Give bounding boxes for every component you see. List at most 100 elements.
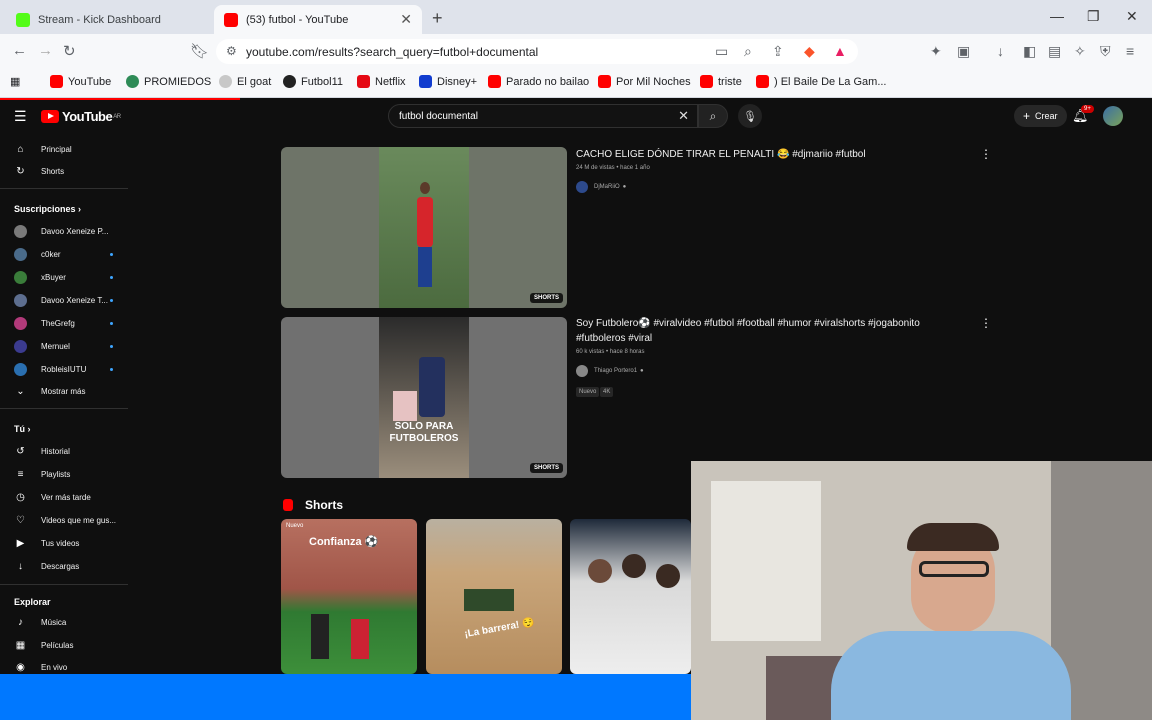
wall-poster (711, 481, 821, 641)
downloads-icon[interactable]: ↓ (997, 43, 1004, 59)
zoom-icon[interactable]: ⌕ (744, 43, 752, 60)
reload-icon[interactable]: ↻ (63, 42, 76, 60)
sidebar-divider (0, 408, 128, 409)
more-options-icon[interactable]: ⋮ (980, 316, 992, 330)
create-button[interactable]: + Crear (1014, 105, 1067, 127)
extensions-icon[interactable]: ✦ (930, 43, 942, 60)
back-icon[interactable]: ← (12, 42, 27, 59)
clear-search-icon[interactable]: ✕ (678, 108, 689, 124)
home-icon: ⌂ (17, 143, 24, 155)
apps-icon[interactable]: ▦ (10, 75, 20, 88)
browser-toolbar: ← → ↻ 🔖︎ ⚙ youtube.com/results?search_qu… (0, 34, 1152, 68)
sidebar-item-liked-videos[interactable]: ♡ Videos que me gus... (0, 509, 128, 531)
sidebar-item-channel[interactable]: Davoo Xeneize P... (0, 220, 128, 242)
browser-tab-kick[interactable]: Stream - Kick Dashboard (6, 5, 210, 34)
browser-tab-strip: Stream - Kick Dashboard (53) futbol - Yo… (0, 0, 1152, 34)
new-tab-button[interactable]: + (432, 8, 443, 29)
short-thumbnail[interactable] (570, 519, 691, 674)
close-window-icon[interactable]: ✕ (1126, 8, 1138, 25)
voice-search-button[interactable]: 🎙︎ (738, 104, 762, 128)
bookmark-youtube[interactable]: YouTube (50, 75, 111, 88)
youtube-play-icon (41, 110, 59, 123)
sidebar-item-shorts[interactable]: ↻ Shorts (0, 160, 128, 182)
menu-icon[interactable]: ≡ (1126, 43, 1134, 59)
bookmark-parado-no-bailao[interactable]: Parado no bailao (488, 75, 589, 88)
youtube-favicon-icon (224, 12, 238, 27)
site-info-icon[interactable]: ⚙ (226, 44, 237, 58)
rewards-icon[interactable]: ▲ (833, 43, 847, 59)
vpn-icon[interactable]: ⛨ (1100, 43, 1111, 60)
youtube-icon (50, 75, 63, 88)
bookmark-disney[interactable]: Disney+ (419, 75, 477, 88)
video-channel[interactable]: Thiago Portero1 ● (576, 365, 644, 377)
brave-shields-icon[interactable]: ◆ (804, 43, 815, 60)
box-image (393, 391, 417, 421)
promiedos-icon (126, 75, 139, 88)
chevron-right-icon: › (78, 204, 82, 214)
video-title[interactable]: CACHO ELIGE DÓNDE TIRAR EL PENALTI 😂 #dj… (576, 147, 956, 162)
sidebar-toggle-icon[interactable]: ◧ (1023, 43, 1036, 60)
bookmark-netflix[interactable]: Netflix (357, 75, 406, 88)
video-thumbnail[interactable]: SHORTS (281, 147, 567, 308)
sidebar-item-channel[interactable]: Mernuel (0, 335, 128, 357)
minimize-icon[interactable]: — (1050, 8, 1064, 24)
sidebar-item-playlists[interactable]: ≡ Playlists (0, 463, 128, 485)
channel-avatar (14, 247, 27, 261)
tab-title: Stream - Kick Dashboard (38, 13, 161, 26)
more-options-icon[interactable]: ⋮ (980, 147, 992, 161)
player-head (420, 182, 430, 194)
sidebar-item-historial[interactable]: ↺ Historial (0, 440, 128, 462)
hamburger-menu-icon[interactable]: ☰ (14, 108, 27, 125)
sidebar-item-channel[interactable]: xBuyer (0, 266, 128, 288)
search-input[interactable]: futbol documental ✕ (388, 104, 698, 128)
sidebar-item-descargas[interactable]: ↓ Descargas (0, 555, 128, 577)
forward-icon[interactable]: → (38, 42, 53, 59)
youtube-logo[interactable]: YouTube AR (41, 109, 121, 124)
short-caption: Confianza ⚽ (309, 536, 379, 548)
sidebar-item-channel[interactable]: TheGrefg (0, 312, 128, 334)
close-tab-icon[interactable]: ✕ (400, 11, 412, 28)
you-header[interactable]: Tú › (14, 424, 31, 434)
bookmark-el-goat[interactable]: El goat (219, 75, 271, 88)
channel-avatar (14, 362, 27, 376)
video-title[interactable]: Soy Futbolero⚽ #viralvideo #futbol #foot… (576, 316, 956, 346)
bookmark-promiedos[interactable]: PROMIEDOS (126, 75, 211, 88)
browser-tab-youtube[interactable]: (53) futbol - YouTube ✕ (214, 5, 422, 34)
webcam-overlay (691, 461, 1152, 720)
cast-icon[interactable]: ▭ (715, 43, 728, 60)
screenshot-icon[interactable]: ▣ (957, 43, 970, 60)
subscriptions-header[interactable]: Suscripciones › (14, 204, 81, 214)
sidebar-item-channel[interactable]: Davoo Xeneize T... (0, 289, 128, 311)
netflix-icon (357, 75, 370, 88)
video-thumbnail[interactable]: SOLO PARA FUTBOLEROS SHORTS (281, 317, 567, 478)
sidebar-item-peliculas[interactable]: ▦ Películas (0, 634, 128, 656)
person-shirt (831, 631, 1071, 720)
restore-icon[interactable]: ❐ (1087, 8, 1100, 25)
downloads-icon: ↓ (18, 560, 23, 572)
account-avatar[interactable] (1103, 106, 1123, 126)
bookmark-icon[interactable]: 🔖︎ (190, 42, 209, 60)
address-bar[interactable]: ⚙ youtube.com/results?search_query=futbo… (216, 39, 858, 64)
search-button[interactable]: ⌕ (698, 104, 728, 128)
share-icon[interactable]: ⇪ (772, 43, 784, 60)
sidebar-item-musica[interactable]: ♪ Música (0, 611, 128, 633)
bookmark-el-baile[interactable]: ) El Baile De La Gam... (756, 75, 887, 88)
sidebar-item-ver-mas-tarde[interactable]: ◷ Ver más tarde (0, 486, 128, 508)
sidebar-item-channel[interactable]: c0ker (0, 243, 128, 265)
wallet-icon[interactable]: ▤ (1048, 43, 1061, 60)
sidebar-item-principal[interactable]: ⌂ Principal (0, 138, 128, 160)
sidebar-item-channel[interactable]: RobleisIUTU (0, 358, 128, 380)
bookmark-futbol11[interactable]: Futbol11 (283, 75, 343, 88)
youtube-icon (488, 75, 501, 88)
leo-icon[interactable]: ✧ (1074, 43, 1086, 60)
bookmark-por-mil-noches[interactable]: Por Mil Noches (598, 75, 691, 88)
show-more-button[interactable]: ⌄ Mostrar más (0, 380, 128, 402)
video-channel[interactable]: DjMaRiiO ● (576, 181, 626, 193)
microphone-icon: 🎙︎ (743, 110, 757, 123)
sidebar-item-tus-videos[interactable]: ▶ Tus videos (0, 532, 128, 554)
short-thumbnail[interactable]: ¡La barrera! 😌 (426, 519, 562, 674)
live-icon: ◉ (16, 661, 25, 673)
movies-icon: ▦ (15, 639, 26, 651)
bookmark-triste[interactable]: triste (700, 75, 742, 88)
short-thumbnail[interactable]: Confianza ⚽ (281, 519, 417, 674)
